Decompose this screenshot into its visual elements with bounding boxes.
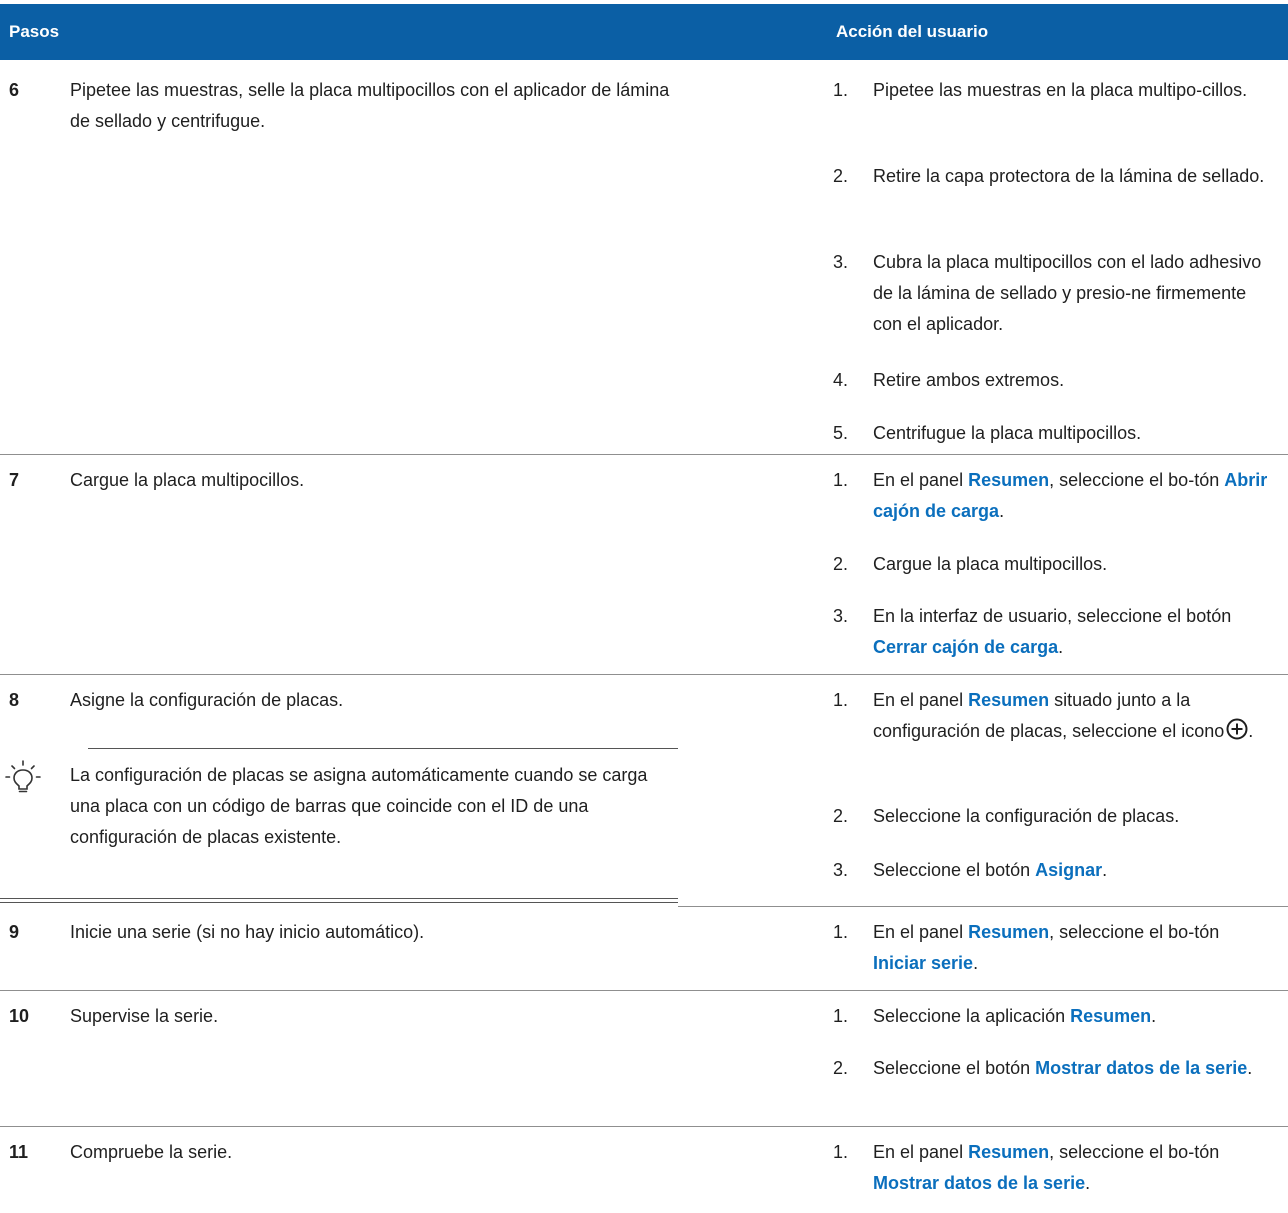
item-number: 1.	[833, 1006, 849, 1026]
item-number: 1.	[833, 690, 849, 710]
item-text: Retire ambos extremos.	[873, 370, 1065, 390]
keyword-mostrar-datos: Mostrar datos de la serie	[1035, 1058, 1248, 1078]
tip-text: La configuración de placas se asigna aut…	[70, 765, 648, 847]
item-text: Centrifugue la placa multipocillos.	[873, 423, 1142, 443]
item-text: Seleccione la aplicación Resumen.	[873, 1006, 1157, 1026]
step-description: Asigne la configuración de placas.	[70, 690, 344, 710]
keyword-resumen: Resumen	[968, 1142, 1050, 1162]
item-text: En el panel Resumen situado junto a la c…	[873, 690, 1254, 741]
step-description: Pipetee las muestras, selle la placa mul…	[70, 80, 670, 131]
keyword-iniciar-serie: Iniciar serie	[873, 953, 974, 973]
header-steps: Pasos	[9, 22, 60, 41]
tip-bottom-divider	[0, 898, 678, 903]
item-number: 5.	[833, 423, 849, 443]
step-number: 8	[9, 690, 20, 710]
item-number: 1.	[833, 80, 849, 100]
item-number: 1.	[833, 470, 849, 490]
step-number: 9	[9, 922, 20, 942]
item-number: 2.	[833, 554, 849, 574]
row-divider	[0, 454, 1288, 455]
item-text: En el panel Resumen, seleccione el bo-tó…	[873, 922, 1220, 973]
item-text: En la interfaz de usuario, seleccione el…	[873, 606, 1232, 657]
step-number: 10	[9, 1006, 30, 1026]
keyword-mostrar-datos: Mostrar datos de la serie	[873, 1173, 1086, 1193]
item-text: Seleccione el botón Mostrar datos de la …	[873, 1058, 1253, 1078]
header-user-action: Acción del usuario	[836, 22, 989, 41]
step-number: 7	[9, 470, 20, 490]
table-header: Pasos Acción del usuario	[0, 4, 1288, 60]
tip-divider	[88, 748, 678, 749]
item-number: 2.	[833, 166, 849, 186]
item-text: Seleccione la configuración de placas.	[873, 806, 1180, 826]
keyword-resumen: Resumen	[968, 470, 1050, 490]
item-number: 3.	[833, 606, 849, 626]
item-text: Cubra la placa multipocillos con el lado…	[873, 252, 1262, 334]
keyword-resumen: Resumen	[968, 922, 1050, 942]
item-number: 1.	[833, 922, 849, 942]
item-text: Retire la capa protectora de la lámina d…	[873, 166, 1265, 186]
keyword-asignar: Asignar	[1035, 860, 1103, 880]
step-description: Supervise la serie.	[70, 1006, 219, 1026]
step-description: Inicie una serie (si no hay inicio autom…	[70, 922, 425, 942]
item-number: 2.	[833, 1058, 849, 1078]
step-number: 6	[9, 80, 20, 100]
lightbulb-icon	[5, 760, 41, 793]
step-description: Cargue la placa multipocillos.	[70, 470, 305, 490]
item-number: 3.	[833, 252, 849, 272]
item-text: En el panel Resumen, seleccione el bo-tó…	[873, 470, 1268, 521]
item-number: 2.	[833, 806, 849, 826]
item-text: Seleccione el botón Asignar.	[873, 860, 1108, 880]
keyword-resumen: Resumen	[1070, 1006, 1152, 1026]
step-number: 11	[9, 1142, 29, 1162]
row-divider	[678, 906, 1288, 907]
step-description: Compruebe la serie.	[70, 1142, 233, 1162]
item-text: Pipetee las muestras en la placa multipo…	[873, 80, 1248, 100]
row-divider	[0, 990, 1288, 991]
row-divider	[0, 1126, 1288, 1127]
plus-circle-icon	[1226, 718, 1248, 740]
keyword-resumen: Resumen	[968, 690, 1050, 710]
item-text: En el panel Resumen, seleccione el bo-tó…	[873, 1142, 1220, 1193]
row-divider	[0, 674, 1288, 675]
item-text: Cargue la placa multipocillos.	[873, 554, 1108, 574]
keyword-cerrar-cajon: Cerrar cajón de carga	[873, 637, 1059, 657]
item-number: 1.	[833, 1142, 849, 1162]
item-number: 4.	[833, 370, 849, 390]
item-number: 3.	[833, 860, 849, 880]
